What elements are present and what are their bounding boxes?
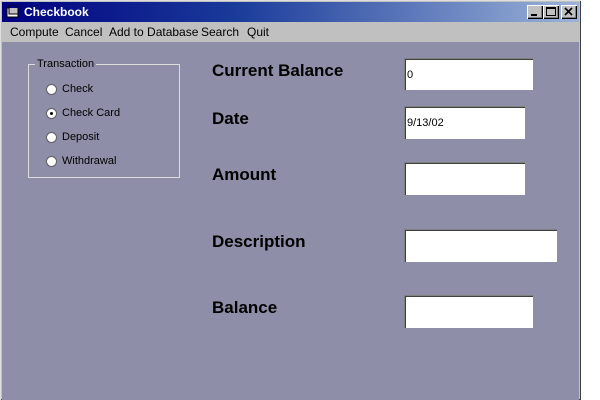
minimize-icon	[531, 14, 537, 16]
menu-search[interactable]: Search	[201, 25, 239, 39]
desktop-background	[581, 0, 600, 400]
minimize-button[interactable]	[527, 5, 543, 19]
amount-field[interactable]	[404, 162, 525, 195]
menu-bar: Compute Cancel Add to Database Search Qu…	[2, 22, 579, 42]
amount-label: Amount	[212, 165, 277, 184]
menu-add-to-database[interactable]: Add to Database	[109, 25, 198, 39]
close-icon	[564, 7, 573, 16]
radio-button[interactable]	[46, 132, 57, 143]
maximize-icon	[546, 7, 556, 16]
radio-label: Check Card	[62, 107, 121, 119]
menu-cancel[interactable]: Cancel	[65, 25, 102, 39]
radio-selected-dot	[50, 112, 53, 115]
radio-button[interactable]	[46, 84, 57, 95]
transaction-group-label: Transaction	[35, 58, 97, 71]
checkbook-window: Checkbook Compute Cancel Add to Database…	[0, 0, 581, 400]
balance-field[interactable]	[404, 295, 533, 328]
title-bar[interactable]: Checkbook	[2, 2, 579, 22]
window-title: Checkbook	[24, 5, 89, 19]
radio-button[interactable]	[46, 156, 57, 167]
radio-label: Withdrawal	[62, 155, 117, 167]
current-balance-label: Current Balance	[212, 61, 344, 80]
menu-compute[interactable]: Compute	[10, 25, 59, 39]
description-field[interactable]	[404, 229, 557, 262]
menu-quit[interactable]: Quit	[247, 25, 269, 39]
date-label: Date	[212, 109, 249, 128]
current-balance-field[interactable]	[404, 58, 533, 90]
radio-label: Check	[62, 83, 94, 95]
description-label: Description	[212, 232, 306, 251]
date-field[interactable]	[404, 106, 525, 139]
radio-button[interactable]	[46, 108, 57, 119]
radio-label: Deposit	[62, 131, 100, 143]
maximize-button[interactable]	[543, 5, 559, 19]
balance-label: Balance	[212, 298, 278, 317]
app-icon	[6, 5, 20, 19]
close-button[interactable]	[561, 5, 577, 19]
